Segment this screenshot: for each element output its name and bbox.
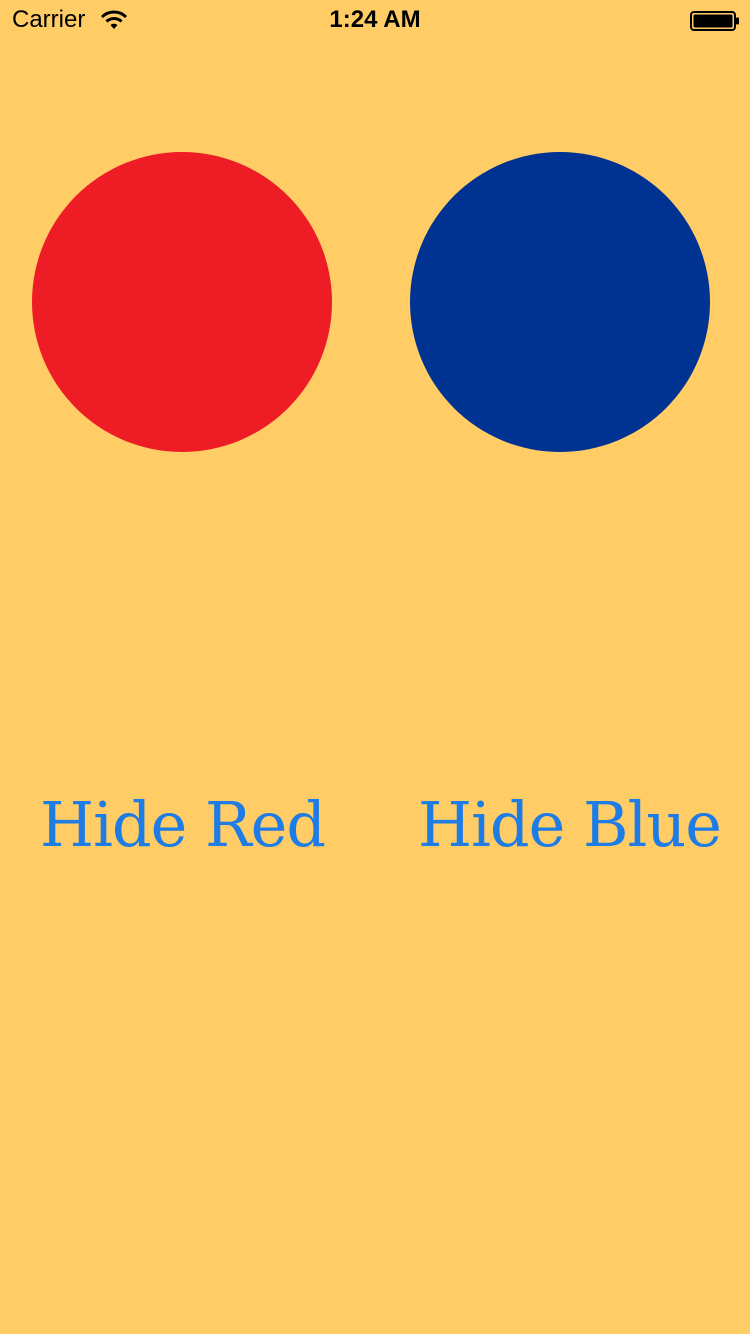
hide-red-button[interactable]: Hide Red	[40, 775, 326, 875]
status-time: 1:24 AM	[329, 6, 421, 33]
hide-blue-button[interactable]: Hide Blue	[418, 775, 722, 875]
battery-icon	[690, 11, 739, 31]
red-circle	[32, 152, 332, 452]
status-bar: Carrier 1:24 AM	[0, 0, 750, 40]
blue-circle	[410, 152, 710, 452]
